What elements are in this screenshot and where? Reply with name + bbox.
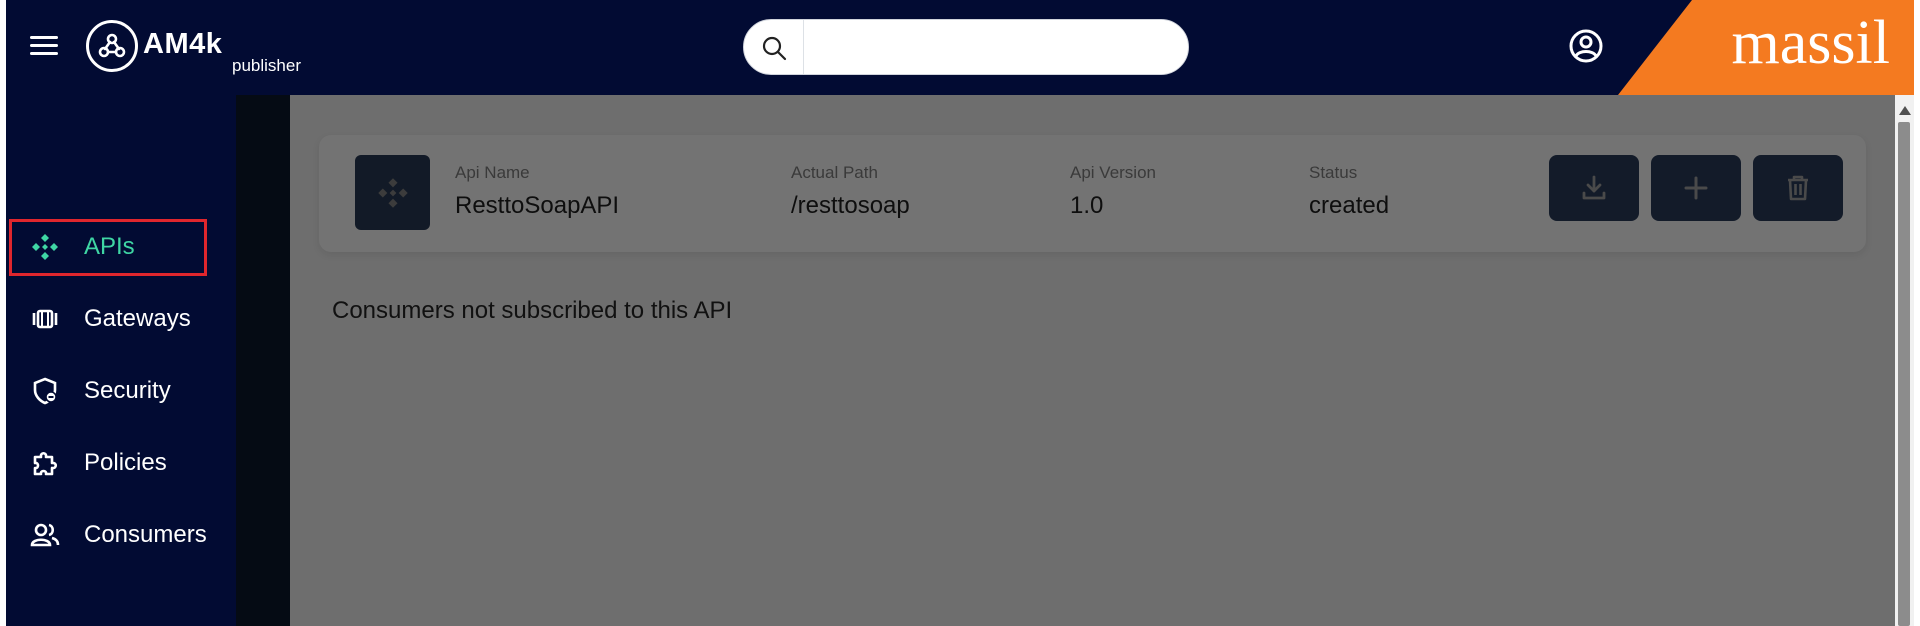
app-root: AM4k publisher massil APIs Gateways Secu…: [0, 0, 1920, 626]
sidebar-item-security[interactable]: Security: [6, 363, 236, 419]
status-field: Status created: [1309, 163, 1389, 220]
api-version-label: Api Version: [1070, 163, 1156, 182]
account-button[interactable]: [1566, 26, 1606, 66]
status-label: Status: [1309, 163, 1358, 182]
status-value: created: [1309, 192, 1390, 219]
actual-path-field: Actual Path /resttosoap: [791, 163, 910, 220]
trash-icon: [1788, 175, 1808, 201]
policies-puzzle-icon: [30, 448, 60, 478]
logo-title: AM4k: [143, 28, 223, 60]
app-logo[interactable]: AM4k: [86, 20, 222, 72]
sidebar-nav: APIs Gateways Security Policies Consumer…: [6, 95, 236, 626]
content-gutter: [236, 95, 290, 626]
add-button[interactable]: [1651, 155, 1741, 221]
apis-icon: [30, 232, 60, 262]
download-button[interactable]: [1549, 155, 1639, 221]
sidebar-item-apis[interactable]: APIs: [6, 219, 236, 275]
logo-subtitle: publisher: [232, 56, 301, 75]
apis-icon: [377, 177, 408, 208]
sidebar-item-label: APIs: [84, 233, 135, 260]
webhook-logo-icon: [86, 20, 138, 72]
sidebar-item-policies[interactable]: Policies: [6, 435, 236, 491]
actual-path-value: /resttosoap: [791, 192, 910, 219]
sidebar-item-label: Consumers: [84, 521, 207, 548]
sidebar-item-label: Gateways: [84, 305, 191, 332]
search-bar[interactable]: [743, 19, 1189, 75]
api-summary-card: Api Name ResttoSoapAPI Actual Path /rest…: [319, 135, 1866, 252]
sidebar-item-gateways[interactable]: Gateways: [6, 291, 236, 347]
search-icon[interactable]: [744, 20, 804, 74]
security-shield-icon: [30, 376, 60, 406]
account-circle-icon: [1569, 29, 1603, 63]
consumers-icon: [30, 520, 60, 550]
scroll-up-arrow-icon[interactable]: [1899, 106, 1911, 115]
brand-logo: massil: [1618, 0, 1920, 95]
top-header: AM4k publisher massil: [6, 0, 1920, 95]
api-version-field: Api Version 1.0: [1070, 163, 1156, 220]
actual-path-label: Actual Path: [791, 163, 878, 182]
api-name-field: Api Name ResttoSoapAPI: [455, 163, 619, 220]
search-input[interactable]: [806, 20, 1186, 74]
main-content: Api Name ResttoSoapAPI Actual Path /rest…: [290, 95, 1895, 626]
sidebar-item-label: Security: [84, 377, 171, 404]
api-name-value: ResttoSoapAPI: [455, 192, 620, 219]
api-version-value: 1.0: [1070, 192, 1104, 219]
api-name-label: Api Name: [455, 163, 530, 182]
scroll-thumb[interactable]: [1898, 122, 1910, 626]
sidebar-item-label: Policies: [84, 449, 167, 476]
gateways-icon: [30, 304, 60, 334]
plus-icon: [1684, 176, 1708, 200]
window-edge-right: [1914, 0, 1920, 626]
brand-text: massil: [1731, 9, 1890, 77]
api-thumbnail: [355, 155, 430, 230]
menu-icon: [30, 36, 58, 55]
delete-button[interactable]: [1753, 155, 1843, 221]
sidebar-item-consumers[interactable]: Consumers: [6, 507, 236, 563]
download-icon: [1582, 175, 1606, 200]
hamburger-menu-button[interactable]: [28, 30, 60, 62]
vertical-scrollbar[interactable]: [1895, 95, 1914, 626]
consumers-notice: Consumers not subscribed to this API: [332, 297, 733, 324]
